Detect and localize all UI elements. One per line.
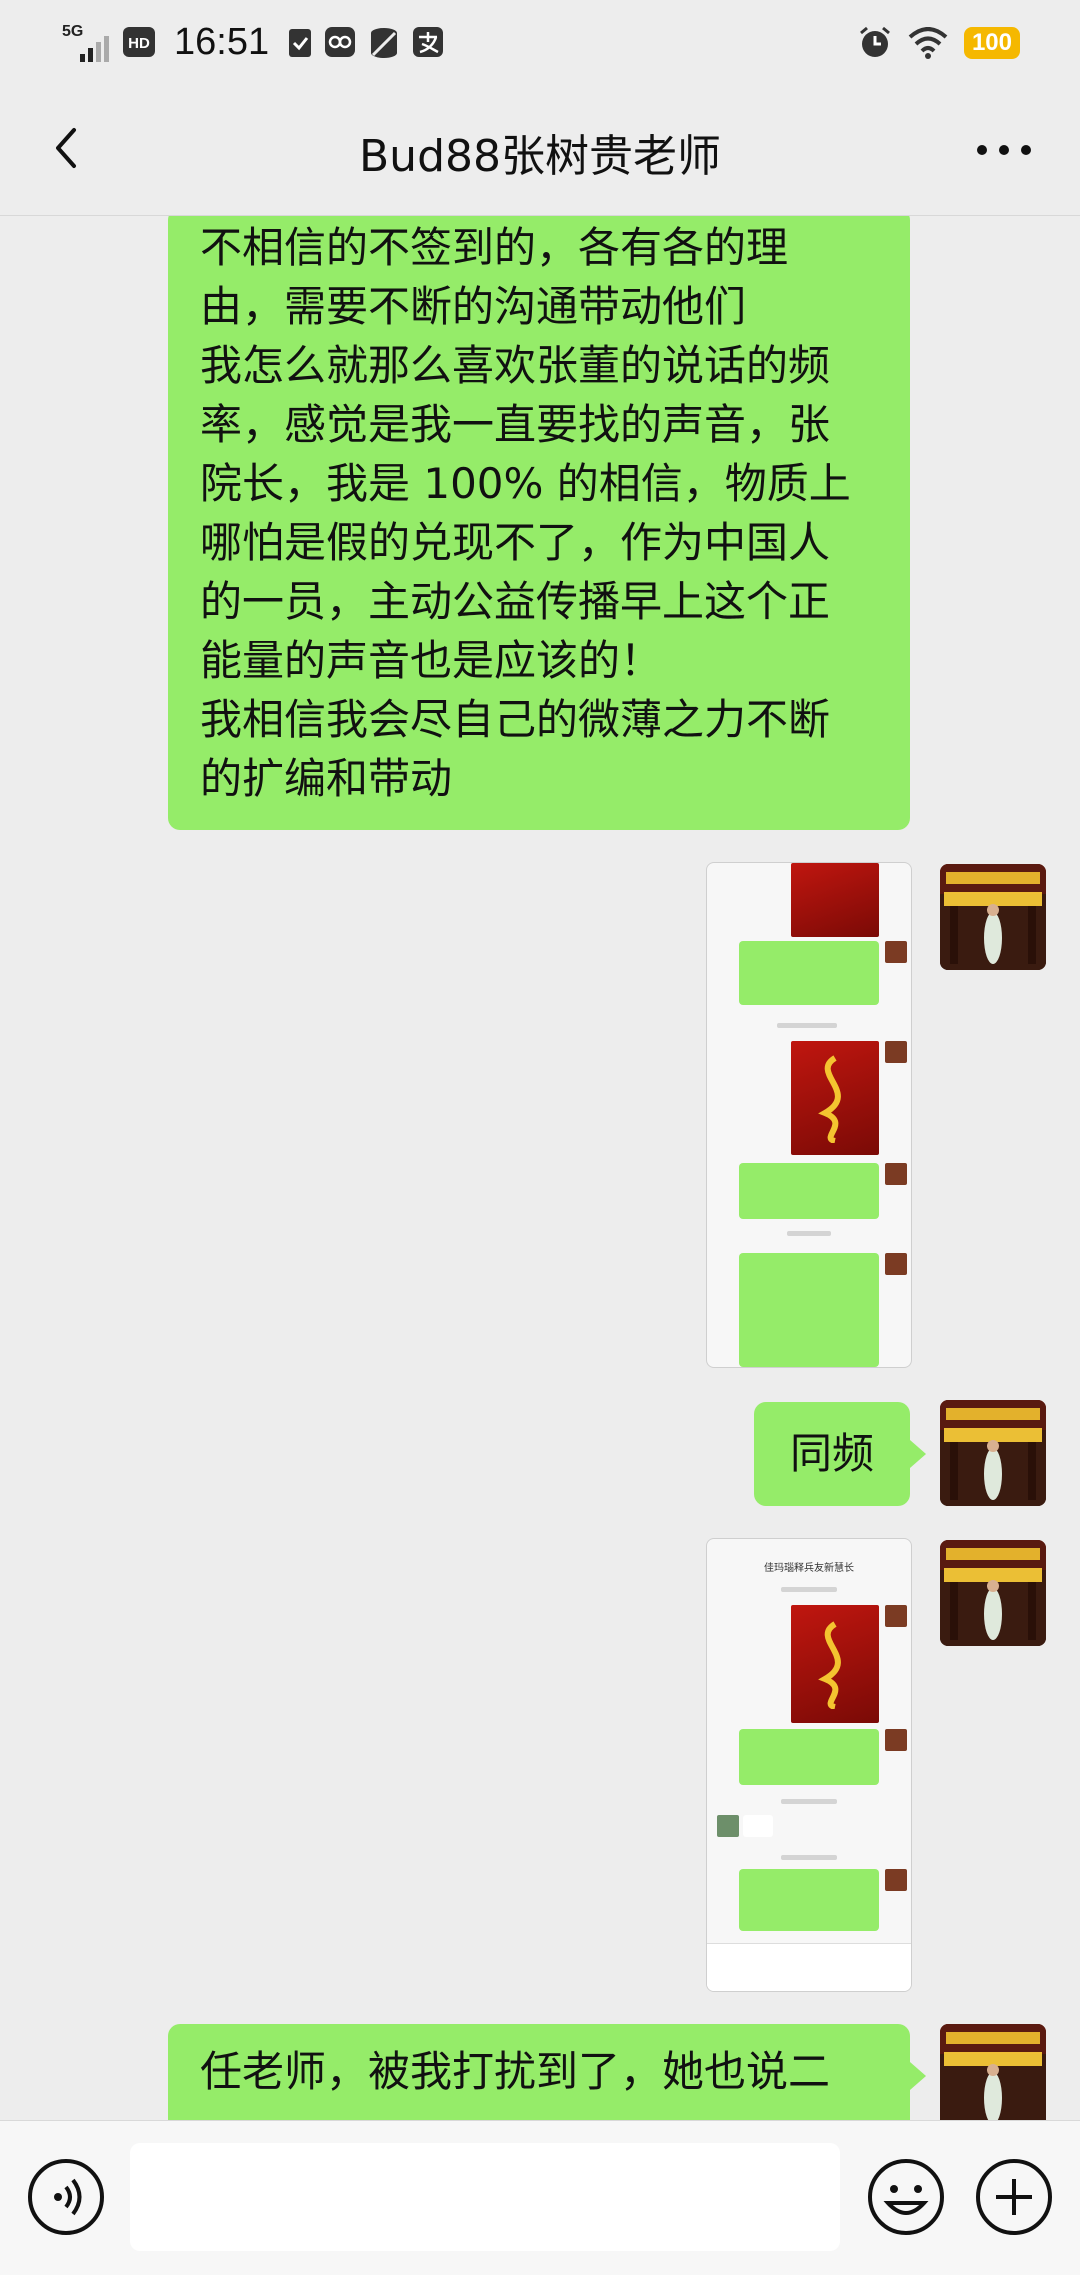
svg-text:5G: 5G [62,23,83,40]
message-line: 由，需要不断的沟通带动他们 [200,282,747,331]
emoji-icon[interactable] [866,2157,946,2237]
avatar[interactable] [940,864,1046,970]
message-bubble[interactable]: 同频 [754,1402,910,1506]
app-icon [323,25,357,59]
message-line: 能量的声音也是应该的！ [200,636,663,685]
message-line: 率，感觉是我一直要找的声音，张 [200,400,831,449]
chat-header: Bud88张树贵老师 [0,80,1080,216]
message-line: 的一员，主动公益传播早上这个正 [200,577,831,626]
clock: 16:51 [174,20,270,63]
avatar[interactable] [940,1540,1046,1646]
message-line: 任老师，被我打扰到了，她也说二 [200,2047,831,2096]
message-text: 同频 [789,1429,874,1478]
input-bar [0,2120,1080,2275]
bubble-tail [910,1440,926,1468]
data-saver-icon [367,25,401,59]
battery-icon: 100 [963,27,1020,59]
poster-thumbnail [791,1605,879,1723]
more-icon[interactable] [968,120,1040,176]
wifi-icon [908,27,948,59]
alarm-icon [858,26,892,60]
status-bar: 5G HD 16:51 100 [0,0,1080,80]
avatar[interactable] [940,1400,1046,1506]
alipay-icon [411,25,445,59]
message-line: 院长，我是 100% 的相信，物质上 [200,459,851,508]
voice-icon[interactable] [26,2157,106,2237]
inner-title: 佳玛瑙释兵友新慧长 [764,1563,854,1574]
chat-title: Bud88张树贵老师 [359,131,721,182]
avatar[interactable] [940,2024,1046,2120]
message-bubble[interactable]: 不相信的不签到的，各有各的理 由，需要不断的沟通带动他们 我怎么就那么喜欢张董的… [168,216,910,830]
chat-screenshot-image[interactable]: 佳玛瑙释兵友新慧长 [706,1538,912,1992]
chat-screenshot-image[interactable] [706,862,912,1368]
message-list[interactable]: 不相信的不签到的，各有各的理 由，需要不断的沟通带动他们 我怎么就那么喜欢张董的… [0,216,1080,2120]
signal-icon: 5G [60,20,112,64]
message-line: 的扩编和带动 [200,754,453,803]
bubble-tail [910,2062,926,2090]
plus-icon[interactable] [974,2157,1054,2237]
poster-thumbnail [791,1041,879,1155]
poster-thumbnail [791,863,879,937]
notification-check-icon [287,25,313,59]
message-line: 我怎么就那么喜欢张董的说话的频 [200,341,831,390]
message-line: 我相信我会尽自己的微薄之力不断 [200,695,831,744]
svg-text:HD: HD [128,35,150,52]
message-line: 哪怕是假的兑现不了，作为中国人 [200,518,831,567]
message-bubble[interactable]: 任老师，被我打扰到了，她也说二 [168,2024,910,2120]
message-line: 不相信的不签到的，各有各的理 [200,223,789,272]
hd-icon: HD [122,26,156,58]
message-input[interactable] [130,2143,840,2251]
